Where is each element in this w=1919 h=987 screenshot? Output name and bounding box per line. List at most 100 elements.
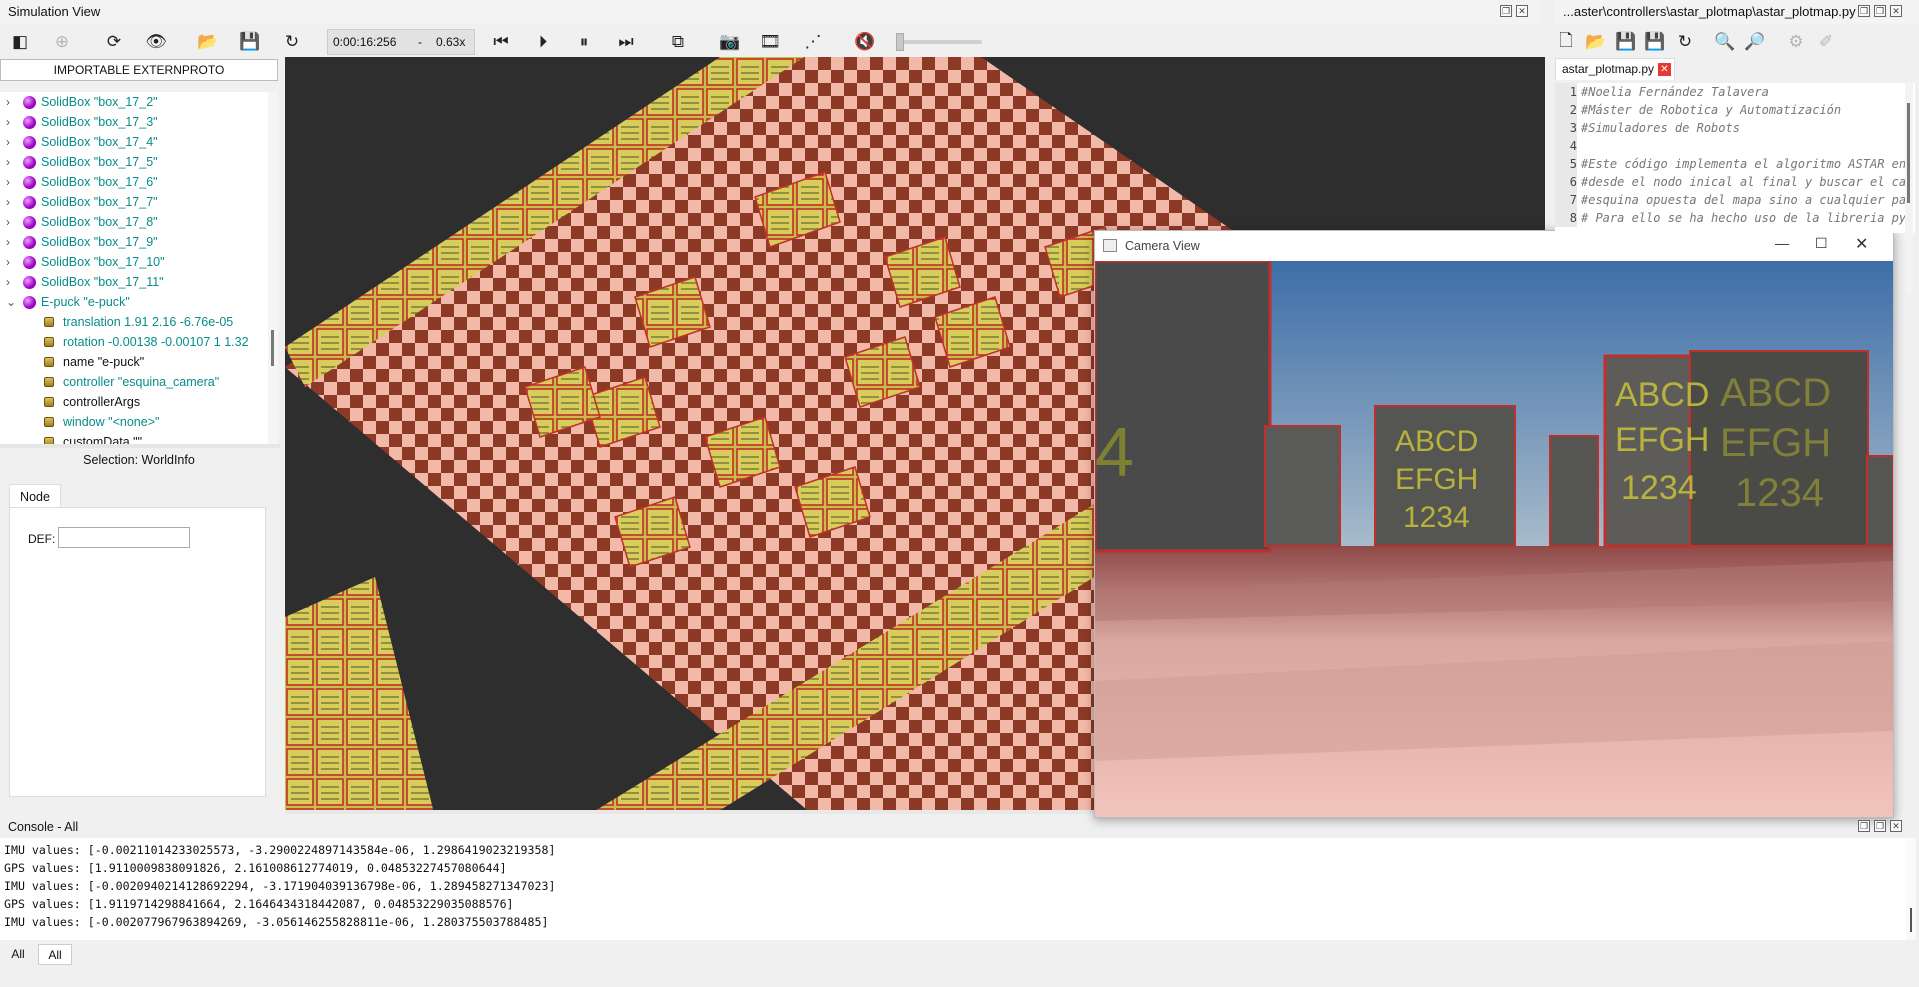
volume-slider-handle[interactable] xyxy=(896,33,904,51)
reload-icon: ↻ xyxy=(284,32,300,51)
chevron-right-icon[interactable]: › xyxy=(6,212,10,232)
chevron-right-icon[interactable]: › xyxy=(6,152,10,172)
scene-tree-field-label: controllerArgs xyxy=(63,395,141,409)
save-world-button[interactable]: 💾 xyxy=(238,30,262,54)
def-label: DEF: xyxy=(28,532,56,546)
scene-tree-scrollbar[interactable] xyxy=(268,92,278,444)
selection-title-text: Selection: WorldInfo xyxy=(83,453,195,467)
reset-simulation-button[interactable]: ⏮ xyxy=(489,30,513,54)
chevron-right-icon[interactable]: › xyxy=(6,132,10,152)
tab-astar-plotmap[interactable]: astar_plotmap.py ✕ xyxy=(1555,58,1675,80)
code-line[interactable]: #Este código implementa el algoritmo AST… xyxy=(1581,155,1906,173)
minimize-icon[interactable]: — xyxy=(1775,235,1789,251)
build-button[interactable]: ⚙ xyxy=(1784,30,1808,54)
scene-tree-node-label: SolidBox "box_17_6" xyxy=(41,175,158,189)
code-line[interactable]: #Máster de Robotica y Automatización xyxy=(1581,101,1841,119)
code-line[interactable]: # Para ello se ha hecho uso de la librer… xyxy=(1581,209,1906,227)
reload-world-button[interactable]: ↻ xyxy=(280,30,304,54)
sim-panel-window-buttons: ❐ ✕ xyxy=(1500,5,1528,17)
scene-tree-node-label: SolidBox "box_17_10" xyxy=(41,255,165,269)
code-line[interactable]: #Noelia Fernández Talavera xyxy=(1581,83,1769,101)
volume-slider[interactable] xyxy=(896,33,982,51)
restore-icon[interactable]: ❐ xyxy=(1874,820,1886,832)
console-scrollbar-thumb[interactable] xyxy=(1910,908,1912,932)
editor-scrollbar-thumb[interactable] xyxy=(1907,103,1910,203)
scene-tree-node-label: SolidBox "box_17_9" xyxy=(41,235,158,249)
save-file-button[interactable]: 💾 xyxy=(1614,30,1638,54)
importable-externproto-button[interactable]: IMPORTABLE EXTERNPROTO xyxy=(0,59,278,81)
record-movie-button[interactable]: 🎞 xyxy=(758,30,782,54)
projection-button[interactable]: ⧉ xyxy=(666,30,690,54)
chevron-right-icon[interactable]: › xyxy=(6,112,10,132)
fast-forward-icon: ⏭ xyxy=(618,32,634,51)
close-tab-icon[interactable]: ✕ xyxy=(1658,63,1671,76)
time-separator: - xyxy=(418,35,422,49)
console-title: Console - All xyxy=(8,820,79,834)
new-file-button[interactable]: 🗋 xyxy=(1554,30,1578,54)
restore-icon[interactable]: ❐ xyxy=(1500,5,1512,17)
console-scrollbar[interactable] xyxy=(1906,838,1916,940)
screenshot-button[interactable]: 📷 xyxy=(718,30,742,54)
reload-icon: ↻ xyxy=(1677,32,1693,51)
chevron-right-icon[interactable]: › xyxy=(6,92,10,112)
open-world-button[interactable]: 📂 xyxy=(196,30,220,54)
console-line: GPS values: [1.9110009838091826, 2.16100… xyxy=(4,861,507,875)
open-file-button[interactable]: 📂 xyxy=(1584,30,1608,54)
pause-button[interactable]: ⏸ xyxy=(572,30,596,54)
reset-viewpoint-button[interactable]: ⟳ xyxy=(102,30,126,54)
splitter[interactable] xyxy=(0,444,280,448)
code-line[interactable]: #desde el nodo inical al final y buscar … xyxy=(1581,173,1906,191)
revert-file-button[interactable]: ↻ xyxy=(1673,30,1697,54)
save-as-button[interactable]: 💾 xyxy=(1643,30,1667,54)
mute-button[interactable]: 🔇 xyxy=(853,30,877,54)
tab-node[interactable]: Node xyxy=(9,484,61,508)
maximize-icon[interactable]: ☐ xyxy=(1815,235,1828,252)
clean-button[interactable]: ✐ xyxy=(1814,30,1838,54)
editor-scrollbar[interactable] xyxy=(1905,83,1913,293)
restore-icon[interactable]: ❐ xyxy=(1874,5,1886,17)
console-output[interactable]: IMU values: [-0.00211014233025573, -3.29… xyxy=(0,838,1906,940)
scene-tree[interactable]: › SolidBox "box_17_2" › SolidBox "box_17_3"… xyxy=(0,92,268,444)
camera-view-window[interactable]: Camera View — ☐ ✕ ABCD EFGH 1234 ABCD EF… xyxy=(1094,230,1894,818)
code-line[interactable]: #Simuladores de Robots xyxy=(1581,119,1740,137)
close-icon[interactable]: ✕ xyxy=(1516,5,1528,17)
scene-tree-field-label: translation 1.91 2.16 -6.76e-05 xyxy=(63,315,234,329)
close-icon[interactable]: ✕ xyxy=(1890,5,1902,17)
add-node-button[interactable]: ⊕ xyxy=(50,30,74,54)
camera-image: ABCD EFGH 1234 ABCD EFGH 1234 ABCD EFGH … xyxy=(1095,261,1893,817)
svg-text:1234: 1234 xyxy=(1403,501,1470,534)
step-button[interactable]: ⏵ xyxy=(531,30,555,54)
replace-button[interactable]: 🔎 xyxy=(1743,30,1767,54)
solid-node-icon xyxy=(23,256,36,269)
console-window-buttons: ❐ ❐ ✕ xyxy=(1858,820,1902,832)
folder-open-icon: 📂 xyxy=(197,32,219,51)
chevron-down-icon[interactable]: ⌄ xyxy=(6,292,16,312)
field-icon xyxy=(44,337,54,347)
line-number: 7 xyxy=(1555,191,1577,209)
code-line[interactable]: #esquina opuesta del mapa sino a cualqui… xyxy=(1581,191,1906,209)
chevron-right-icon[interactable]: › xyxy=(6,232,10,252)
console-tab-all-2[interactable]: All xyxy=(38,944,72,965)
share-button[interactable]: ⋰ xyxy=(801,30,825,54)
close-icon[interactable]: ✕ xyxy=(1890,820,1902,832)
chevron-right-icon[interactable]: › xyxy=(6,252,10,272)
hide-scene-tree-button[interactable]: ◧ xyxy=(8,30,32,54)
restore-icon[interactable]: ❐ xyxy=(1858,820,1870,832)
camera-window-titlebar[interactable]: Camera View — ☐ ✕ xyxy=(1095,231,1893,261)
find-button[interactable]: 🔍 xyxy=(1713,30,1737,54)
console-tabbar: All All xyxy=(0,942,1919,966)
fast-forward-button[interactable]: ⏭ xyxy=(614,30,638,54)
close-icon[interactable]: ✕ xyxy=(1855,234,1868,254)
chevron-right-icon[interactable]: › xyxy=(6,172,10,192)
scene-tree-scrollbar-thumb[interactable] xyxy=(271,330,274,366)
save-as-icon: 💾 xyxy=(1644,32,1666,51)
field-icon xyxy=(44,317,54,327)
restore-icon[interactable]: ❐ xyxy=(1858,5,1870,17)
def-input[interactable] xyxy=(58,527,190,548)
console-tab-all-1[interactable]: All xyxy=(4,945,32,964)
solid-node-icon xyxy=(23,196,36,209)
code-editor[interactable]: 1 #Noelia Fernández Talavera 2 #Máster de R… xyxy=(1555,83,1915,233)
view-options-button[interactable]: 👁 xyxy=(144,30,168,54)
chevron-right-icon[interactable]: › xyxy=(6,272,10,292)
chevron-right-icon[interactable]: › xyxy=(6,192,10,212)
